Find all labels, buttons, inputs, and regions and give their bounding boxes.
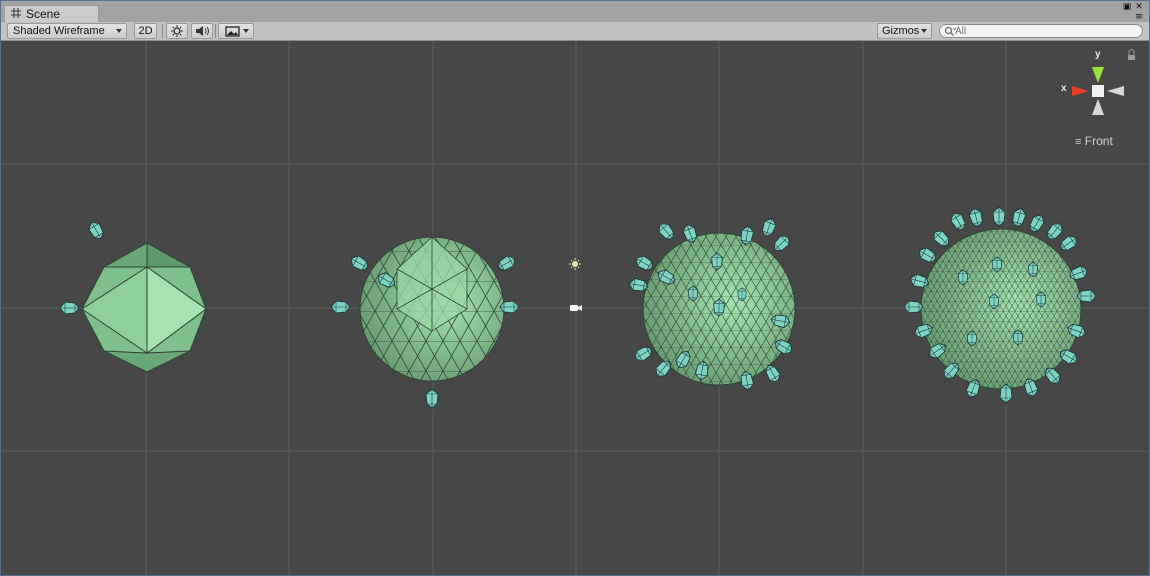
lighting-toggle[interactable] — [166, 23, 188, 39]
audio-toggle[interactable] — [191, 23, 213, 39]
menu-icon[interactable]: ≡ — [1134, 13, 1144, 22]
neg-x-axis-cone[interactable] — [1107, 86, 1124, 96]
toolbar-separator — [215, 24, 216, 38]
sun-icon — [171, 25, 183, 37]
gizmos-dropdown[interactable]: Gizmos — [877, 23, 932, 39]
orientation-gizmo[interactable] — [1072, 49, 1135, 116]
tab-label: Scene — [26, 7, 61, 21]
y-axis-label: y — [1095, 49, 1101, 60]
search-field[interactable] — [939, 24, 1143, 38]
toggle-2d-button[interactable]: 2D — [134, 23, 157, 39]
search-input[interactable] — [955, 25, 1135, 37]
x-axis-label: x — [1061, 83, 1067, 94]
chevron-down-icon — [921, 29, 927, 33]
close-icon[interactable]: ✕ — [1134, 3, 1144, 12]
tab-bar: Scene ▣ ✕ ≡ — [1, 1, 1149, 23]
chevron-down-icon — [243, 29, 249, 33]
view-name-label: Front — [1084, 134, 1113, 148]
scene-window: Scene ▣ ✕ ≡ Shaded Wireframe 2D Gizmos A… — [0, 0, 1150, 576]
scene-toolbar: Shaded Wireframe 2D Gizmos — [1, 22, 1149, 41]
lock-icon[interactable] — [1128, 55, 1135, 60]
x-axis-cone[interactable] — [1072, 86, 1089, 96]
y-axis-cone[interactable] — [1092, 67, 1104, 83]
icosphere-subdivision-3[interactable] — [903, 206, 1097, 404]
scene-viewport[interactable]: y x ≡ Front — [1, 41, 1149, 575]
icosphere-subdivision-0[interactable] — [59, 218, 207, 373]
menu-icon: ≡ — [1075, 136, 1082, 148]
view-name-button[interactable]: ≡ Front — [1075, 134, 1113, 148]
gizmo-center-cube[interactable] — [1092, 85, 1104, 97]
speaker-icon — [196, 26, 209, 36]
draw-mode-dropdown[interactable]: Shaded Wireframe — [7, 23, 127, 39]
draw-mode-label: Shaded Wireframe — [13, 25, 105, 37]
icosphere-subdivision-2[interactable] — [627, 216, 796, 392]
icosphere-subdivision-1[interactable] — [330, 236, 520, 409]
image-icon — [225, 26, 240, 37]
scene-canvas[interactable] — [1, 41, 1149, 575]
chevron-down-icon — [116, 29, 122, 33]
grid-icon — [11, 8, 21, 18]
maximize-icon[interactable]: ▣ — [1122, 3, 1132, 12]
effects-dropdown[interactable] — [218, 23, 254, 39]
neg-y-axis-cone[interactable] — [1092, 99, 1104, 115]
camera-icon[interactable] — [570, 305, 582, 311]
tab-scene[interactable]: Scene — [4, 5, 99, 22]
gizmos-label: Gizmos — [882, 25, 920, 37]
light-icon[interactable] — [569, 258, 581, 270]
toolbar-separator — [162, 24, 163, 38]
